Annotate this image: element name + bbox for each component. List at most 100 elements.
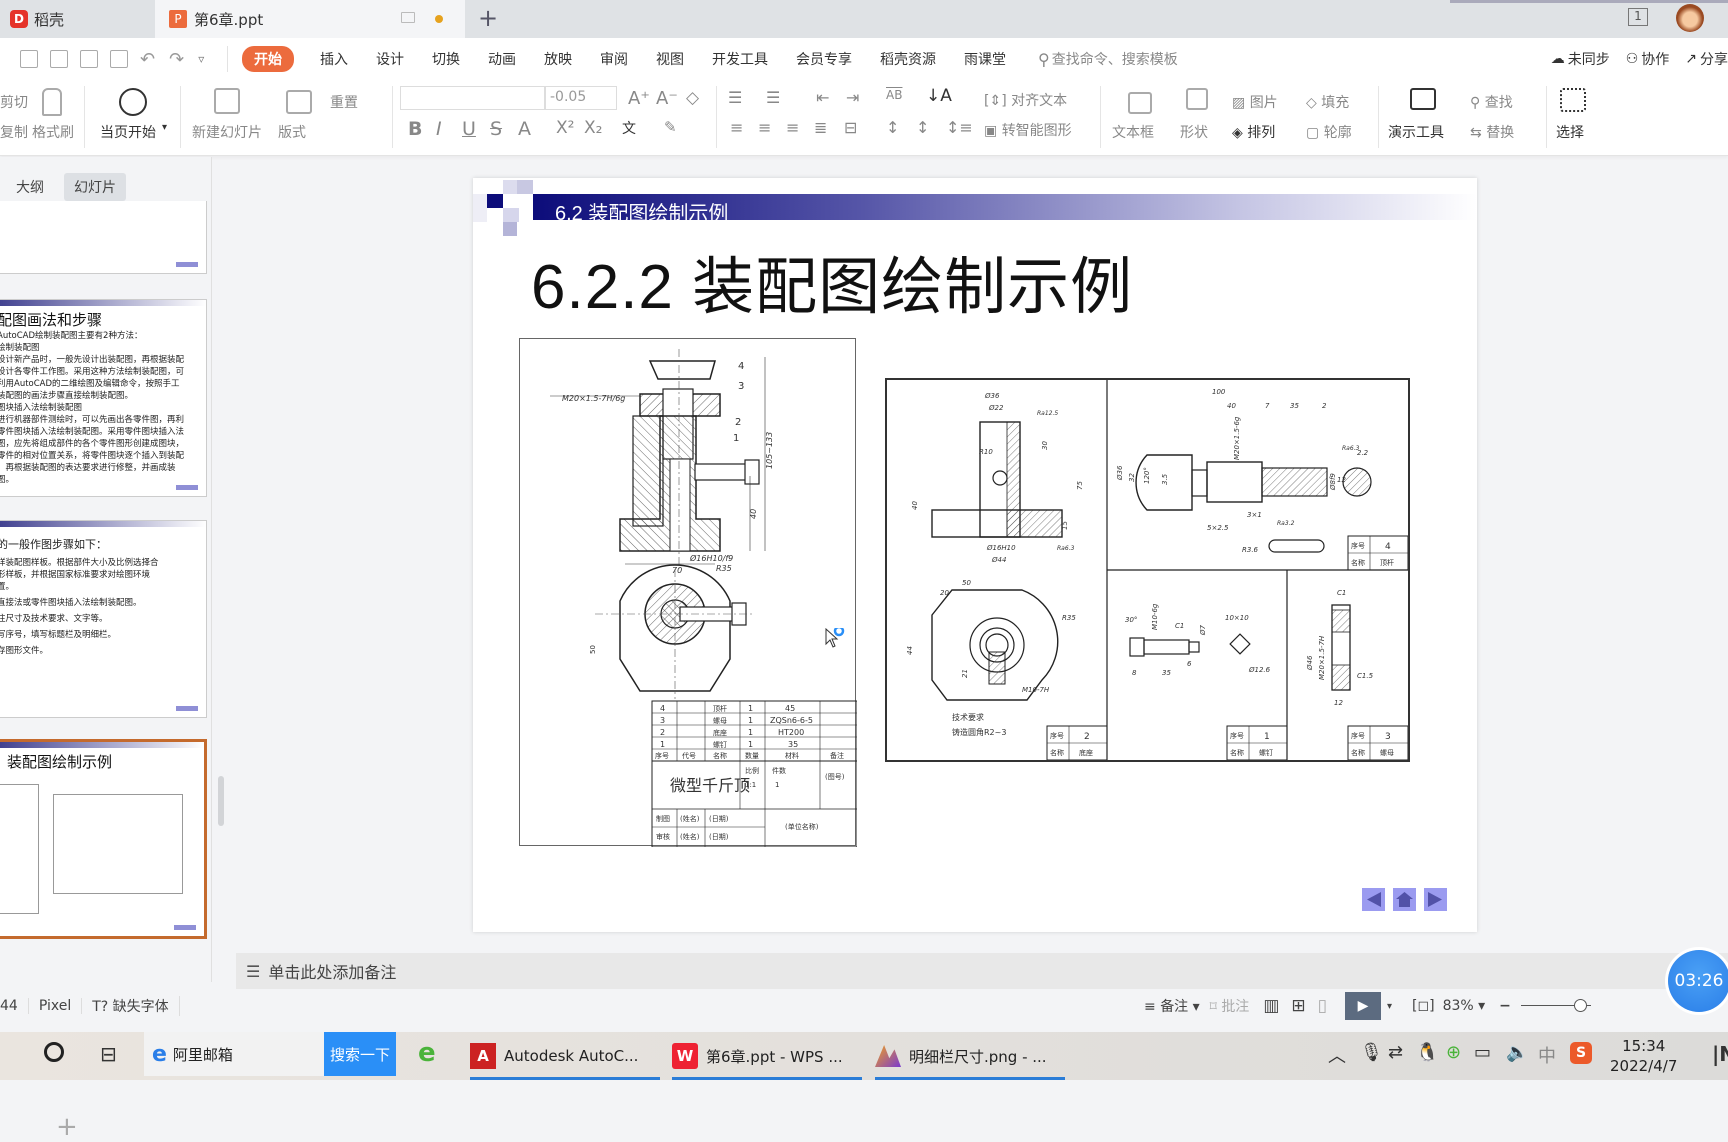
menu-rain-classroom[interactable]: 雨课堂 <box>964 49 1006 69</box>
taskbar-app-image-viewer[interactable]: 明细栏尺寸.png - ... <box>875 1032 1065 1080</box>
align-text-button[interactable]: [⇕] 对齐文本 <box>984 90 1067 110</box>
align-center-icon[interactable]: ≡ <box>758 118 771 137</box>
clock[interactable]: 15:34 2022/4/7 <box>1610 1036 1677 1076</box>
security-icon[interactable]: ⊕ <box>1446 1042 1461 1063</box>
panel-scrollbar[interactable] <box>218 776 224 826</box>
clear-format-icon[interactable]: ◇ <box>686 88 699 108</box>
battery-icon[interactable]: ▭ <box>1474 1042 1491 1063</box>
comments-button[interactable]: ⌑ 批注 <box>1210 996 1250 1016</box>
home-slide-button[interactable] <box>1393 888 1416 911</box>
microphone-icon[interactable]: 🎙 <box>1360 1042 1383 1063</box>
tray-expand-icon[interactable]: ︿ <box>1328 1042 1346 1068</box>
slide-thumbnail[interactable] <box>0 201 207 274</box>
slide-sorter-icon[interactable]: ⊞ <box>1291 996 1305 1016</box>
line-spacing-before-icon[interactable]: ↕ <box>886 118 899 137</box>
replace-button[interactable]: ⇆ 替换 <box>1470 122 1514 142</box>
reading-view-icon[interactable]: ▯ <box>1318 996 1327 1016</box>
zoom-level[interactable]: 83% ▾ <box>1443 998 1486 1014</box>
zoom-out-button[interactable]: − <box>1499 998 1511 1014</box>
picture-button[interactable]: ▨ 图片 <box>1232 92 1278 112</box>
bold-icon[interactable]: B <box>408 118 422 140</box>
tab-slides[interactable]: 幻灯片 <box>64 173 126 201</box>
fill-button[interactable]: ◇ 填充 <box>1306 92 1349 112</box>
sync-button[interactable]: ☁ 未同步 <box>1551 49 1610 69</box>
timer-badge[interactable]: 03:26 <box>1668 950 1728 1012</box>
new-slide-button[interactable]: 新建幻灯片 <box>192 122 262 142</box>
avatar[interactable] <box>1676 4 1704 32</box>
fit-window-icon[interactable]: [◻] <box>1412 998 1435 1014</box>
layout-button[interactable]: 版式 <box>278 122 306 142</box>
textbox-button[interactable]: 文本框 <box>1112 122 1154 142</box>
normal-view-icon[interactable]: ▥ <box>1263 996 1279 1016</box>
monitor-icon[interactable] <box>401 12 415 23</box>
menu-view[interactable]: 视图 <box>656 49 684 69</box>
network-icon[interactable]: ⇄ <box>1388 1042 1403 1063</box>
share-button[interactable]: ↗ 分享 <box>1685 49 1728 69</box>
font-color-icon[interactable]: A <box>518 118 531 140</box>
menu-review[interactable]: 审阅 <box>600 49 628 69</box>
new-tab-button[interactable]: + <box>478 4 498 32</box>
chevron-down-icon[interactable]: ▾ <box>1387 1001 1392 1012</box>
unit-indicator[interactable]: Pixel <box>29 998 83 1014</box>
notes-pane[interactable]: ☰ 单击此处添加备注 <box>236 953 1728 989</box>
menu-member[interactable]: 会员专享 <box>796 49 852 69</box>
qq-icon[interactable]: 🐧 <box>1416 1042 1438 1063</box>
present-tools-button[interactable]: 演示工具 <box>1388 122 1444 142</box>
zoom-slider[interactable] <box>1520 999 1591 1013</box>
indent-icon[interactable]: ⇥ <box>846 88 859 107</box>
undo-icon[interactable]: ↶ <box>140 49 155 70</box>
notes-toggle-button[interactable]: ≡ 备注 ▾ <box>1144 996 1200 1016</box>
add-slide-button[interactable]: + <box>56 1112 78 1142</box>
menu-design[interactable]: 设计 <box>376 49 404 69</box>
tab-outline[interactable]: 大纲 <box>6 173 54 201</box>
cut-button[interactable]: 剪切 <box>0 92 28 112</box>
window-count-badge[interactable]: 1 <box>1628 8 1648 26</box>
menu-home[interactable]: 开始 <box>242 46 294 72</box>
slide-thumbnail[interactable]: 的一般作图步骤如下： 样装配图样板。根据部件大小及比例选择合 形样板，并根据国家… <box>0 520 207 718</box>
copy-button[interactable]: 复制 <box>0 122 28 142</box>
increase-font-icon[interactable]: A⁺ <box>628 88 650 109</box>
redo-icon[interactable]: ↷ <box>169 49 184 70</box>
font-size-select[interactable]: -0.05 <box>545 86 617 110</box>
outline-button[interactable]: ▢ 轮廓 <box>1306 122 1352 142</box>
underline-icon[interactable]: U <box>462 118 476 140</box>
strikethrough-icon[interactable]: S <box>490 118 502 140</box>
print-preview-icon[interactable] <box>110 50 128 68</box>
volume-icon[interactable]: 🔈 <box>1506 1042 1528 1063</box>
taskbar-app-autocad[interactable]: A Autodesk AutoC... <box>470 1032 660 1080</box>
font-name-select[interactable] <box>400 86 545 110</box>
menu-insert[interactable]: 插入 <box>320 49 348 69</box>
zoom-slider-thumb[interactable] <box>1574 999 1588 1012</box>
prev-slide-button[interactable] <box>1362 888 1385 911</box>
smart-art-button[interactable]: ▣ 转智能图形 <box>984 120 1072 140</box>
menu-animation[interactable]: 动画 <box>488 49 516 69</box>
text-direction-icon[interactable]: AB <box>886 88 902 102</box>
reset-button[interactable]: 重置 <box>330 92 358 112</box>
numbered-list-icon[interactable]: ☰ <box>766 88 780 107</box>
outdent-icon[interactable]: ⇤ <box>816 88 829 107</box>
missing-font-button[interactable]: T? 缺失字体 <box>82 996 180 1016</box>
shape-button[interactable]: 形状 <box>1180 122 1208 142</box>
bullet-list-icon[interactable]: ☰ <box>728 88 742 107</box>
arrange-button[interactable]: ◈ 排列 <box>1232 122 1275 142</box>
menu-transition[interactable]: 切换 <box>432 49 460 69</box>
menu-developer[interactable]: 开发工具 <box>712 49 768 69</box>
sogou-icon[interactable]: S <box>1570 1042 1592 1064</box>
justify-icon[interactable]: ≣ <box>814 118 827 137</box>
find-button[interactable]: ⚲ 查找 <box>1470 92 1513 112</box>
menu-slideshow[interactable]: 放映 <box>544 49 572 69</box>
collaborate-button[interactable]: ⚇ 协作 <box>1626 49 1670 69</box>
line-spacing-after-icon[interactable]: ↕ <box>916 118 929 137</box>
ie-green-icon[interactable]: e <box>418 1038 436 1068</box>
ime-indicator[interactable]: 中 <box>1538 1042 1556 1068</box>
format-painter-button[interactable]: 格式刷 <box>32 122 74 142</box>
decrease-font-icon[interactable]: A⁻ <box>656 88 678 109</box>
export-icon[interactable] <box>50 50 68 68</box>
play-from-current-button[interactable]: 当页开始 <box>100 122 156 142</box>
command-search[interactable]: ⚲ 查找命令、搜索模板 <box>1038 49 1178 69</box>
slide-thumbnail-selected[interactable]: 装配图绘制示例 <box>0 739 207 939</box>
superscript-icon[interactable]: X² <box>556 118 574 138</box>
next-slide-button[interactable] <box>1424 888 1447 911</box>
notification-icon[interactable]: |N <box>1712 1042 1728 1066</box>
phonetic-guide-icon[interactable]: 文 <box>622 118 636 138</box>
